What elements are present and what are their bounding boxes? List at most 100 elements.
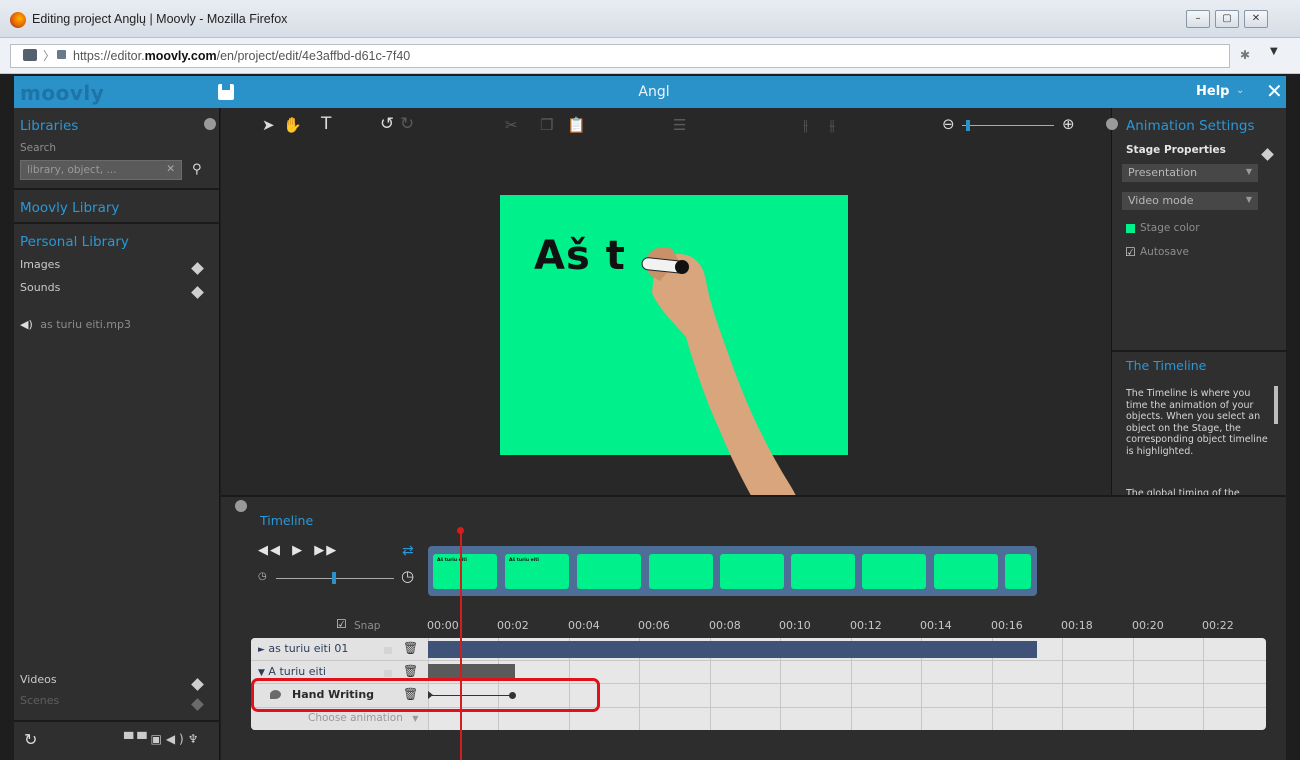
stage-text[interactable]: Aš t [534,233,626,279]
save-icon[interactable] [218,84,234,100]
help-menu[interactable]: Help [1196,84,1229,99]
loop-icon[interactable]: ⇄ [402,543,414,559]
thumbnail[interactable]: Aš turiu eiti [433,554,497,589]
timecode-label: 00:22 [1202,619,1234,632]
copy-icon[interactable]: ❐ [540,116,553,134]
stage-properties-toggle-icon[interactable] [1261,148,1274,161]
track-name[interactable]: as turiu eiti 01 [268,642,348,655]
url-text[interactable]: https://editor.moovly.com/en/project/edi… [73,49,410,63]
address-bar[interactable]: 〉 https://editor.moovly.com/en/project/e… [10,44,1230,68]
libraries-section: Libraries Search library, object, ... ✕ … [14,108,220,190]
project-title[interactable]: Angl [624,84,684,100]
add-image-icon[interactable] [191,262,204,275]
hand-tool-icon[interactable]: ✋ [283,116,302,134]
zoom-in-icon[interactable]: ⊕ [1062,115,1075,133]
lock-icon[interactable] [57,50,66,59]
select-tool-icon[interactable]: ➤ [262,116,275,134]
zoom-out-icon[interactable]: ⊖ [942,115,955,133]
speaker-icon: ◀) [20,318,33,331]
window-close-button[interactable]: ✕ [1244,10,1268,28]
snap-checkbox[interactable]: ☑ [336,617,347,631]
help-scrollbar[interactable] [1274,386,1278,424]
sounds-label[interactable]: Sounds [20,281,60,294]
track-row-label[interactable]: ► as turiu eiti 01 [258,642,348,655]
help-section-title: The Timeline [1126,358,1207,373]
thumbnail[interactable] [1005,554,1031,589]
trash-icon[interactable]: 🗑 [403,641,418,655]
sound-file-item[interactable]: ◀) as turiu eiti.mp3 [20,318,131,331]
snap-label[interactable]: Snap [354,620,380,632]
choose-animation-dropdown[interactable]: Choose animation ▼ [308,712,418,724]
thumbnail[interactable] [934,554,998,589]
videos-label[interactable]: Videos [20,673,57,686]
personal-library-title[interactable]: Personal Library [20,234,129,250]
scenes-label[interactable]: Scenes [20,694,59,707]
thumbnail[interactable] [720,554,784,589]
playhead-line[interactable] [460,532,462,760]
add-scene-icon[interactable] [191,698,204,711]
collapse-arrow-icon[interactable]: ▼ [258,668,265,678]
autosave-label[interactable]: Autosave [1140,246,1189,258]
collapse-left-panel-icon[interactable] [204,118,216,130]
distribute-vertical-icon[interactable]: ⫳ [829,116,835,134]
play-icon[interactable]: ▶ [292,543,304,558]
clear-search-icon[interactable]: ✕ [166,163,175,175]
thumbnail[interactable] [862,554,926,589]
paste-icon[interactable]: 📋 [567,116,586,134]
rewind-icon[interactable]: ◀◀ [258,543,282,558]
expand-arrow-icon[interactable]: ► [258,645,265,655]
fast-forward-icon[interactable]: ▶▶ [314,543,338,558]
lock-icon[interactable] [384,647,392,654]
collapse-timeline-icon[interactable] [235,500,247,512]
thumbnail[interactable] [577,554,641,589]
track-row-label[interactable]: ▼ A turiu eiti [258,665,326,678]
minimize-button[interactable]: – [1186,10,1210,28]
row-divider [251,660,1266,661]
search-icon[interactable]: ⚲ [192,162,202,177]
audio-icon[interactable]: ◀) [166,732,188,746]
maximize-button[interactable]: ▢ [1215,10,1239,28]
thumbnail[interactable]: Aš turiu eiti [505,554,569,589]
track-name[interactable]: A turiu eiti [268,665,326,678]
window-title: Editing project Anglų | Moovly - Mozilla… [32,12,288,26]
track-bar[interactable] [428,641,1037,658]
stage-color-label[interactable]: Stage color [1140,222,1200,234]
distribute-horizontal-icon[interactable]: ⫲ [803,116,808,134]
timecode-label: 00:14 [920,619,952,632]
camera-icon[interactable]: ▀▀ [124,732,150,746]
align-icon[interactable]: ☰ [673,116,686,134]
close-editor-button[interactable]: ✕ [1266,79,1283,103]
timecode-label: 00:00 [427,619,459,632]
images-label[interactable]: Images [20,258,60,271]
help-section-text: The Timeline is where you time the anima… [1126,388,1268,457]
moovly-library-title[interactable]: Moovly Library [20,200,119,216]
lock-icon[interactable] [384,670,392,677]
zoom-slider-track[interactable] [962,125,1054,126]
video-mode-select[interactable]: Video mode ▼ [1122,192,1258,210]
timeline-zoom-handle[interactable] [332,572,336,584]
add-sound-icon[interactable] [191,286,204,299]
add-video-icon[interactable] [191,678,204,691]
redo-icon[interactable]: ↻ [400,114,414,134]
photo-icon[interactable]: ▣ [150,732,165,746]
zoom-slider-handle[interactable] [966,120,970,131]
help-chevron-icon[interactable]: ⌄ [1236,85,1244,96]
moovly-library-section[interactable]: Moovly Library [14,190,220,224]
refresh-icon[interactable]: ↻ [24,730,37,749]
extension-icon[interactable]: ✱ [1240,48,1250,62]
right-panel-divider [1112,350,1287,352]
trash-icon[interactable]: 🗑 [403,664,418,678]
collapse-right-panel-icon[interactable] [1106,118,1118,130]
thumbnail[interactable] [791,554,855,589]
text-tool-icon[interactable]: T [321,114,331,134]
menu-dropdown-icon[interactable]: ▼ [1270,46,1278,57]
undo-icon[interactable]: ↺ [380,114,394,134]
microphone-icon[interactable]: ♆ [188,732,203,746]
cut-icon[interactable]: ✂ [505,116,518,134]
presentation-select[interactable]: Presentation ▼ [1122,164,1258,182]
autosave-checkbox[interactable]: ☑ [1125,245,1136,259]
stage-color-swatch[interactable] [1126,224,1135,233]
stage-canvas[interactable]: Aš t [500,195,848,529]
thumbnail[interactable] [649,554,713,589]
library-search-input[interactable]: library, object, ... ✕ [20,160,182,180]
